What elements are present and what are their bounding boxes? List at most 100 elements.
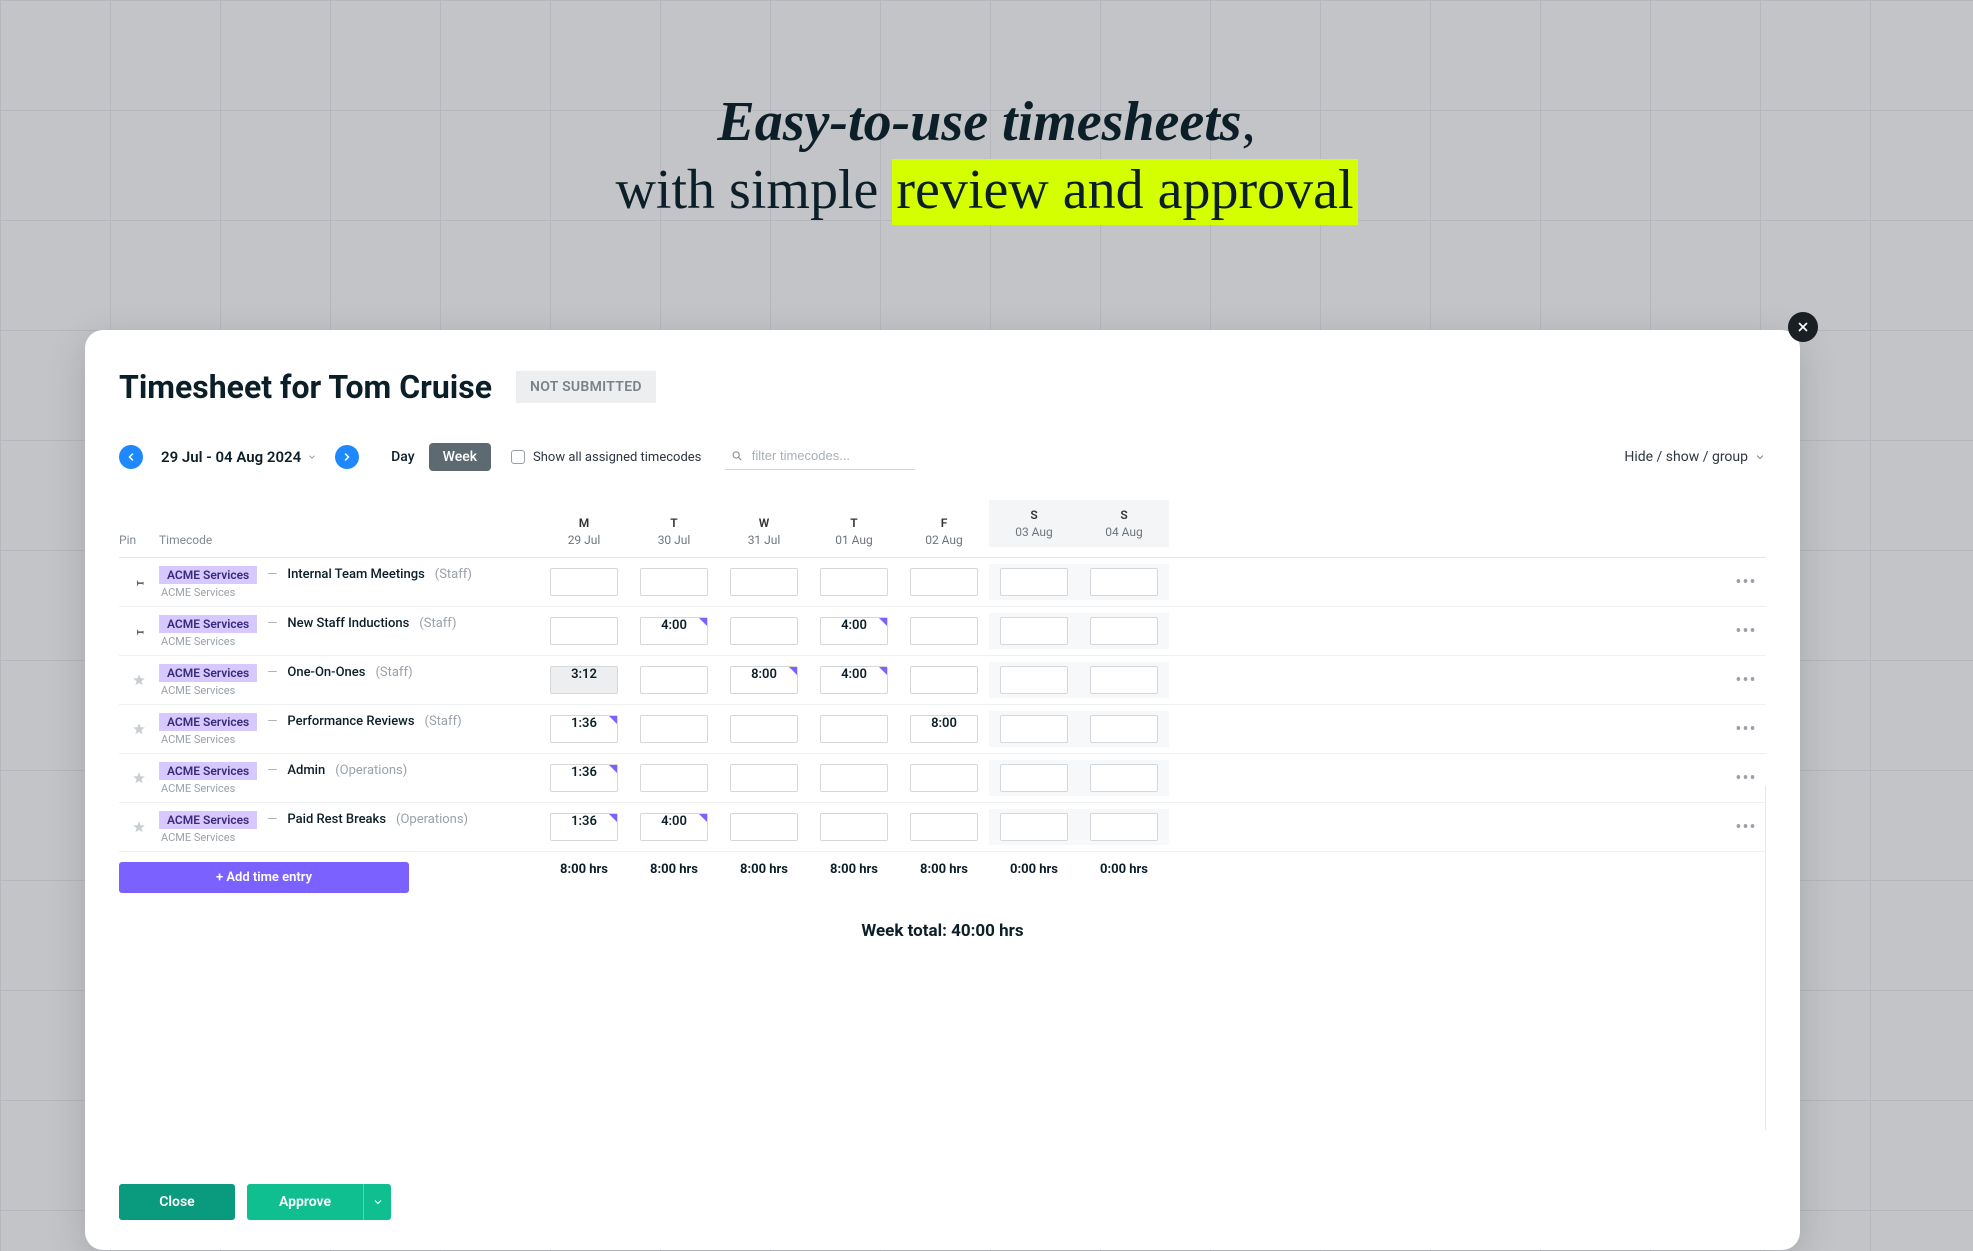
time-cell[interactable] xyxy=(989,564,1079,600)
time-cell[interactable] xyxy=(539,613,629,649)
row-menu-button[interactable]: ••• xyxy=(1726,572,1766,593)
time-input[interactable] xyxy=(730,568,798,596)
time-cell[interactable]: 4:00 xyxy=(629,613,719,649)
time-cell[interactable] xyxy=(989,711,1079,747)
time-input[interactable] xyxy=(730,764,798,792)
row-menu-button[interactable]: ••• xyxy=(1726,719,1766,740)
time-input[interactable]: 4:00 xyxy=(640,813,708,841)
time-cell[interactable] xyxy=(809,809,899,845)
time-input[interactable] xyxy=(640,764,708,792)
time-cell[interactable] xyxy=(629,564,719,600)
pin-toggle[interactable] xyxy=(119,820,159,834)
time-input[interactable] xyxy=(640,666,708,694)
time-cell[interactable] xyxy=(899,613,989,649)
pin-toggle[interactable] xyxy=(119,771,159,785)
next-week-button[interactable] xyxy=(335,445,359,469)
time-input[interactable]: 1:36 xyxy=(550,813,618,841)
date-range-picker[interactable]: 29 Jul - 04 Aug 2024 xyxy=(153,442,325,472)
time-input[interactable] xyxy=(1000,666,1068,694)
time-cell[interactable]: 1:36 xyxy=(539,711,629,747)
time-input[interactable] xyxy=(820,813,888,841)
time-cell[interactable]: 4:00 xyxy=(629,809,719,845)
time-input[interactable] xyxy=(1000,617,1068,645)
time-input[interactable] xyxy=(1090,666,1158,694)
time-input[interactable] xyxy=(820,715,888,743)
pin-toggle[interactable] xyxy=(119,673,159,687)
row-menu-button[interactable]: ••• xyxy=(1726,768,1766,789)
time-cell[interactable] xyxy=(1079,711,1169,747)
pin-toggle[interactable] xyxy=(119,624,159,638)
close-button[interactable]: Close xyxy=(119,1184,235,1220)
time-cell[interactable] xyxy=(719,760,809,796)
approve-button[interactable]: Approve xyxy=(247,1184,363,1220)
time-input[interactable] xyxy=(1000,813,1068,841)
time-cell[interactable] xyxy=(899,564,989,600)
time-cell[interactable] xyxy=(719,809,809,845)
time-input[interactable] xyxy=(910,764,978,792)
time-cell[interactable] xyxy=(809,760,899,796)
time-cell[interactable] xyxy=(989,613,1079,649)
time-input[interactable] xyxy=(1000,715,1068,743)
time-cell[interactable]: 4:00 xyxy=(809,662,899,698)
row-menu-button[interactable]: ••• xyxy=(1726,817,1766,838)
time-input[interactable] xyxy=(730,617,798,645)
filter-input[interactable] xyxy=(752,448,910,463)
close-icon[interactable] xyxy=(1788,312,1818,342)
time-input[interactable] xyxy=(640,568,708,596)
time-input[interactable]: 8:00 xyxy=(910,715,978,743)
time-cell[interactable] xyxy=(809,564,899,600)
time-cell[interactable] xyxy=(989,760,1079,796)
row-menu-button[interactable]: ••• xyxy=(1726,621,1766,642)
time-input[interactable] xyxy=(1090,715,1158,743)
time-cell[interactable] xyxy=(719,564,809,600)
time-input[interactable]: 4:00 xyxy=(820,617,888,645)
time-cell[interactable]: 3:12 xyxy=(539,662,629,698)
hide-show-group-button[interactable]: Hide / show / group xyxy=(1624,449,1766,465)
time-cell[interactable]: 1:36 xyxy=(539,760,629,796)
pin-toggle[interactable] xyxy=(119,722,159,736)
time-cell[interactable] xyxy=(989,809,1079,845)
show-all-timecodes-checkbox[interactable]: Show all assigned timecodes xyxy=(511,450,701,465)
time-input[interactable]: 1:36 xyxy=(550,764,618,792)
time-cell[interactable] xyxy=(719,711,809,747)
time-cell[interactable] xyxy=(539,564,629,600)
time-cell[interactable]: 8:00 xyxy=(899,711,989,747)
row-menu-button[interactable]: ••• xyxy=(1726,670,1766,691)
time-cell[interactable] xyxy=(1079,662,1169,698)
view-week-tab[interactable]: Week xyxy=(429,443,491,471)
time-cell[interactable] xyxy=(629,662,719,698)
time-input[interactable] xyxy=(1090,813,1158,841)
time-cell[interactable] xyxy=(629,711,719,747)
time-input[interactable] xyxy=(820,764,888,792)
prev-week-button[interactable] xyxy=(119,445,143,469)
time-input[interactable] xyxy=(1090,764,1158,792)
time-cell[interactable] xyxy=(719,613,809,649)
time-input[interactable] xyxy=(820,568,888,596)
time-input[interactable] xyxy=(910,617,978,645)
time-input[interactable]: 8:00 xyxy=(730,666,798,694)
time-cell[interactable] xyxy=(809,711,899,747)
time-cell[interactable] xyxy=(899,809,989,845)
time-input[interactable] xyxy=(1090,568,1158,596)
time-cell[interactable]: 4:00 xyxy=(809,613,899,649)
time-input[interactable] xyxy=(1000,568,1068,596)
filter-timecodes-search[interactable] xyxy=(725,444,915,470)
time-input[interactable] xyxy=(910,813,978,841)
time-cell[interactable] xyxy=(899,662,989,698)
time-input[interactable]: 3:12 xyxy=(550,666,618,694)
time-cell[interactable] xyxy=(629,760,719,796)
time-input[interactable] xyxy=(550,617,618,645)
time-input[interactable]: 4:00 xyxy=(640,617,708,645)
view-day-tab[interactable]: Day xyxy=(377,443,428,471)
time-input[interactable] xyxy=(730,813,798,841)
add-time-entry-button[interactable]: + Add time entry xyxy=(119,862,409,893)
approve-dropdown[interactable] xyxy=(363,1184,391,1220)
time-cell[interactable] xyxy=(1079,564,1169,600)
time-cell[interactable]: 1:36 xyxy=(539,809,629,845)
time-cell[interactable]: 8:00 xyxy=(719,662,809,698)
time-cell[interactable] xyxy=(1079,613,1169,649)
time-input[interactable]: 4:00 xyxy=(820,666,888,694)
time-cell[interactable] xyxy=(1079,760,1169,796)
time-cell[interactable] xyxy=(899,760,989,796)
time-input[interactable]: 1:36 xyxy=(550,715,618,743)
